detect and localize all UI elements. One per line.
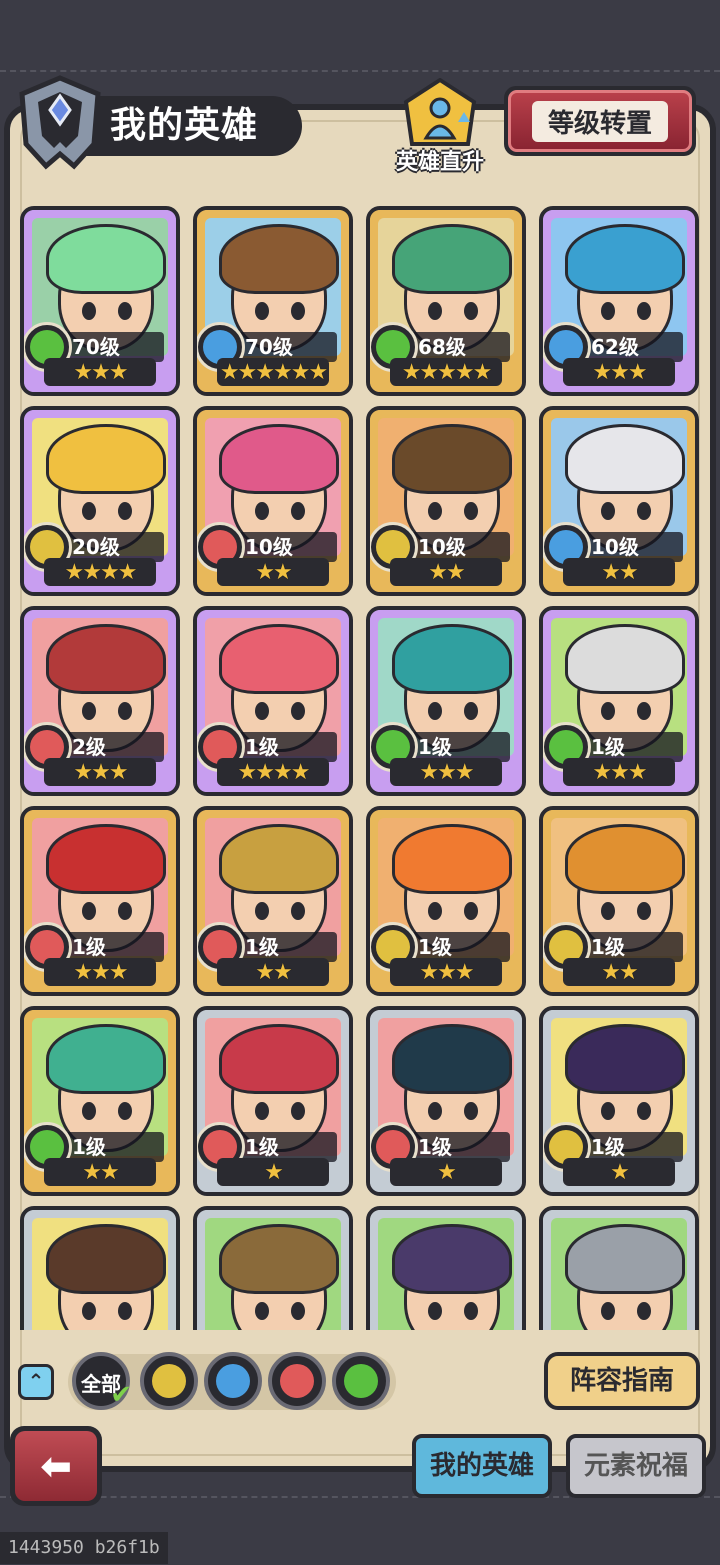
hero-card[interactable]: 10级 ★★ [193,406,353,596]
hero-stars: ★★★★★★ [217,358,329,386]
hero-promote-icon [403,77,477,146]
filter-earth-button[interactable] [140,1352,198,1410]
hero-card[interactable]: 10级 ★★ [539,406,699,596]
hero-stars: ★★★ [563,358,675,386]
hero-stars: ★★ [217,558,329,586]
title-block: 我的英雄 [14,74,304,170]
hero-card[interactable]: 70级 ★★★ [20,206,180,396]
hero-card[interactable]: 1级 ★★ [20,1006,180,1196]
back-arrow-icon: ⬅ [15,1431,97,1501]
earth-element-icon [152,1364,186,1398]
tab-element-blessing[interactable]: 元素祝福 [566,1434,706,1498]
hero-card-frame [197,1210,349,1330]
filter-all-button[interactable]: 全部 ✔ [72,1352,132,1410]
back-button[interactable]: ⬅ [10,1426,102,1506]
hero-stars: ★★★ [44,958,156,986]
filter-wind-button[interactable] [332,1352,390,1410]
level-reset-label: 等级转置 [531,100,668,142]
tab-my-heroes[interactable]: 我的英雄 [412,1434,552,1498]
hero-stars: ★ [390,1158,502,1186]
hero-card[interactable] [366,1206,526,1330]
hero-card[interactable]: 1级 ★ [366,1006,526,1196]
hero-card[interactable]: 1级 ★★★ [539,606,699,796]
water-element-icon [216,1364,250,1398]
filter-fire-button[interactable] [268,1352,326,1410]
level-reset-button[interactable]: 等级转置 [504,86,696,156]
hero-card[interactable]: 1级 ★★★ [20,806,180,996]
hero-stars: ★★★ [44,758,156,786]
hero-stars: ★★★ [563,758,675,786]
hero-stars: ★★★★ [217,758,329,786]
hero-card[interactable]: 1级 ★ [539,1006,699,1196]
lineup-guide-button[interactable]: 阵容指南 [544,1352,700,1410]
hero-stars: ★ [217,1158,329,1186]
wind-element-icon [344,1364,378,1398]
hero-card[interactable] [193,1206,353,1330]
hero-stars: ★★★★★ [390,358,502,386]
hero-card[interactable] [20,1206,180,1330]
helmet-icon [19,75,101,170]
hero-stars: ★ [563,1158,675,1186]
filter-water-button[interactable] [204,1352,262,1410]
hero-card[interactable]: 70级 ★★★★★★ [193,206,353,396]
hero-card[interactable]: 1级 ★★ [539,806,699,996]
hero-card-frame [543,1210,695,1330]
hero-card[interactable]: 1级 ★★★ [366,806,526,996]
hero-grid: 70级 ★★★ 70级 ★★★★★★ 68级 ★★★★★ 62级 ★★★ 20级 ★★★★ 10级 ★… [14,200,708,1330]
page-title: 我的英雄 [80,96,302,156]
hero-promote-label: 英雄直升 [395,150,484,175]
hero-card[interactable]: 68级 ★★★★★ [366,206,526,396]
hero-card[interactable]: 62级 ★★★ [539,206,699,396]
hero-stars: ★★ [563,958,675,986]
hero-stars: ★★★ [390,958,502,986]
hero-card[interactable]: 10级 ★★ [366,406,526,596]
hero-card[interactable] [539,1206,699,1330]
watermark-text: 1443950 b26f1b [0,1532,168,1564]
hero-stars: ★★★ [390,758,502,786]
level-reset-face: 等级转置 [508,90,692,152]
hero-card[interactable]: 20级 ★★★★ [20,406,180,596]
hero-stars: ★★★ [44,358,156,386]
hero-card-frame [24,1210,176,1330]
hero-stars: ★★ [217,958,329,986]
hero-card[interactable]: 2级 ★★★ [20,606,180,796]
hero-stars: ★★ [390,558,502,586]
filter-expand-button[interactable]: ⌃ [18,1364,54,1400]
hero-stars: ★★ [563,558,675,586]
hero-stars: ★★★★ [44,558,156,586]
hero-card-frame [370,1210,522,1330]
hero-card[interactable]: 1级 ★★ [193,806,353,996]
hero-card[interactable]: 1级 ★ [193,1006,353,1196]
check-icon: ✔ [110,1380,132,1410]
hero-stars: ★★ [44,1158,156,1186]
hero-card[interactable]: 1级 ★★★ [366,606,526,796]
hero-promote-button[interactable]: 英雄直升 [390,77,490,176]
fire-element-icon [280,1364,314,1398]
hero-card[interactable]: 1级 ★★★★ [193,606,353,796]
